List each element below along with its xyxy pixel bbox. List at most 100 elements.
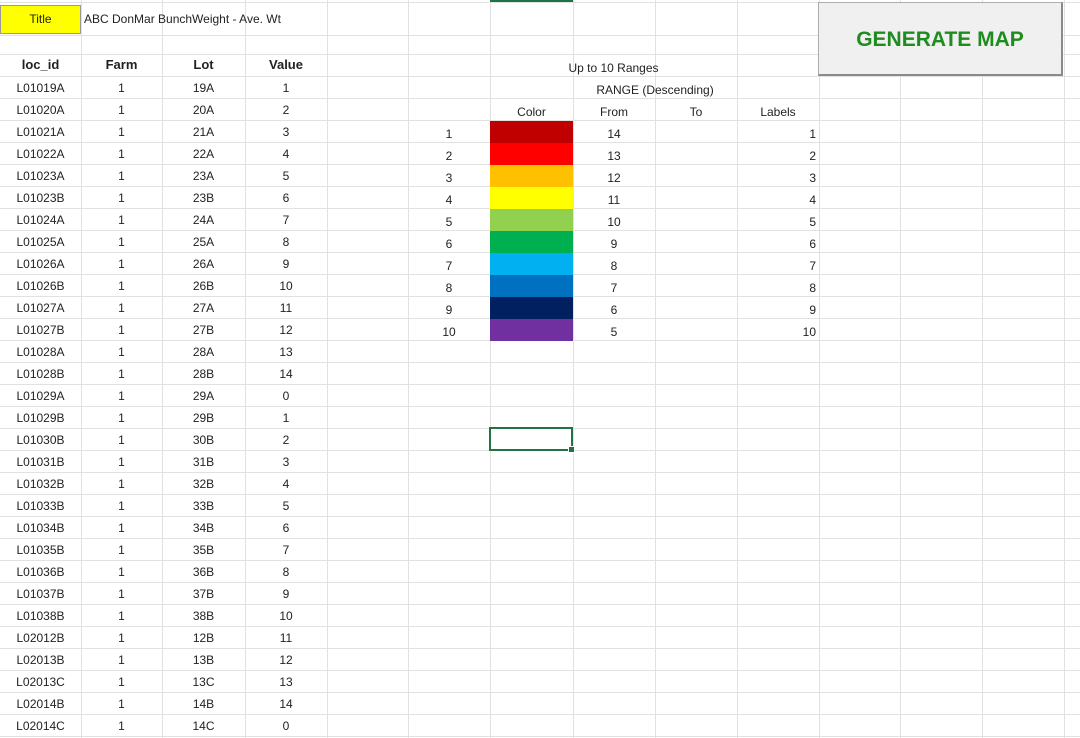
header-loc-id[interactable]: loc_id <box>0 54 81 76</box>
header-farm[interactable]: Farm <box>81 54 162 76</box>
table-cell-value[interactable]: 14 <box>245 693 327 715</box>
range-label[interactable]: 2 <box>737 145 819 167</box>
table-cell-farm[interactable]: 1 <box>81 99 162 121</box>
table-cell-lot[interactable]: 22A <box>162 143 245 165</box>
table-cell-value[interactable]: 8 <box>245 561 327 583</box>
table-cell-value[interactable]: 4 <box>245 473 327 495</box>
range-to[interactable] <box>655 189 737 211</box>
range-label[interactable]: 1 <box>737 123 819 145</box>
header-to[interactable]: To <box>655 101 737 123</box>
range-color-swatch[interactable] <box>490 187 573 209</box>
table-cell-farm[interactable]: 1 <box>81 429 162 451</box>
table-cell-farm[interactable]: 1 <box>81 693 162 715</box>
spreadsheet[interactable]: Title ABC DonMar BunchWeight - Ave. Wt G… <box>0 0 1080 738</box>
table-cell-lot[interactable]: 27B <box>162 319 245 341</box>
table-cell-farm[interactable]: 1 <box>81 495 162 517</box>
range-label[interactable]: 5 <box>737 211 819 233</box>
table-cell-value[interactable]: 12 <box>245 319 327 341</box>
range-from[interactable]: 10 <box>573 211 655 233</box>
table-cell-lot[interactable]: 28A <box>162 341 245 363</box>
table-cell-farm[interactable]: 1 <box>81 209 162 231</box>
table-cell-lot[interactable]: 13C <box>162 671 245 693</box>
table-cell-lot[interactable]: 27A <box>162 297 245 319</box>
header-lot[interactable]: Lot <box>162 54 245 76</box>
table-cell-loc-id[interactable]: L01038B <box>0 605 81 627</box>
table-cell-loc-id[interactable]: L01023B <box>0 187 81 209</box>
table-cell-farm[interactable]: 1 <box>81 297 162 319</box>
table-cell-farm[interactable]: 1 <box>81 363 162 385</box>
table-cell-farm[interactable]: 1 <box>81 517 162 539</box>
table-cell-value[interactable]: 1 <box>245 407 327 429</box>
ranges-heading[interactable]: Up to 10 Ranges <box>490 57 737 79</box>
table-cell-loc-id[interactable]: L02014C <box>0 715 81 737</box>
range-label[interactable]: 10 <box>737 321 819 343</box>
table-cell-loc-id[interactable]: L01028B <box>0 363 81 385</box>
table-cell-loc-id[interactable]: L01027B <box>0 319 81 341</box>
table-cell-lot[interactable]: 29A <box>162 385 245 407</box>
range-from[interactable]: 13 <box>573 145 655 167</box>
range-color-swatch[interactable] <box>490 275 573 297</box>
table-cell-value[interactable]: 13 <box>245 341 327 363</box>
range-from[interactable]: 7 <box>573 277 655 299</box>
table-cell-farm[interactable]: 1 <box>81 143 162 165</box>
table-cell-farm[interactable]: 1 <box>81 473 162 495</box>
range-index[interactable]: 6 <box>408 233 490 255</box>
range-from[interactable]: 12 <box>573 167 655 189</box>
table-cell-value[interactable]: 12 <box>245 649 327 671</box>
table-cell-lot[interactable]: 23A <box>162 165 245 187</box>
table-cell-loc-id[interactable]: L01031B <box>0 451 81 473</box>
range-index[interactable]: 7 <box>408 255 490 277</box>
table-cell-lot[interactable]: 29B <box>162 407 245 429</box>
range-to[interactable] <box>655 123 737 145</box>
table-cell-lot[interactable]: 32B <box>162 473 245 495</box>
table-cell-value[interactable]: 5 <box>245 495 327 517</box>
range-index[interactable]: 9 <box>408 299 490 321</box>
table-cell-value[interactable]: 10 <box>245 605 327 627</box>
ranges-subheading[interactable]: RANGE (Descending) <box>573 79 737 101</box>
table-cell-lot[interactable]: 21A <box>162 121 245 143</box>
range-color-swatch[interactable] <box>490 253 573 275</box>
table-cell-lot[interactable]: 36B <box>162 561 245 583</box>
range-label[interactable]: 3 <box>737 167 819 189</box>
table-cell-loc-id[interactable]: L02013C <box>0 671 81 693</box>
table-cell-loc-id[interactable]: L01026B <box>0 275 81 297</box>
table-cell-farm[interactable]: 1 <box>81 319 162 341</box>
range-index[interactable]: 5 <box>408 211 490 233</box>
table-cell-farm[interactable]: 1 <box>81 627 162 649</box>
table-cell-loc-id[interactable]: L01023A <box>0 165 81 187</box>
table-cell-lot[interactable]: 35B <box>162 539 245 561</box>
range-from[interactable]: 11 <box>573 189 655 211</box>
range-color-swatch[interactable] <box>490 143 573 165</box>
range-from[interactable]: 8 <box>573 255 655 277</box>
range-color-swatch[interactable] <box>490 231 573 253</box>
table-cell-loc-id[interactable]: L01029A <box>0 385 81 407</box>
table-cell-lot[interactable]: 34B <box>162 517 245 539</box>
range-color-swatch[interactable] <box>490 319 573 341</box>
table-cell-value[interactable]: 0 <box>245 385 327 407</box>
table-cell-value[interactable]: 8 <box>245 231 327 253</box>
table-cell-loc-id[interactable]: L01037B <box>0 583 81 605</box>
range-label[interactable]: 9 <box>737 299 819 321</box>
table-cell-lot[interactable]: 30B <box>162 429 245 451</box>
table-cell-farm[interactable]: 1 <box>81 649 162 671</box>
table-cell-loc-id[interactable]: L01034B <box>0 517 81 539</box>
range-to[interactable] <box>655 321 737 343</box>
table-cell-lot[interactable]: 26A <box>162 253 245 275</box>
table-cell-lot[interactable]: 28B <box>162 363 245 385</box>
table-cell-value[interactable]: 10 <box>245 275 327 297</box>
range-color-swatch[interactable] <box>490 209 573 231</box>
table-cell-farm[interactable]: 1 <box>81 341 162 363</box>
table-cell-farm[interactable]: 1 <box>81 165 162 187</box>
range-label[interactable]: 8 <box>737 277 819 299</box>
table-cell-lot[interactable]: 37B <box>162 583 245 605</box>
table-cell-lot[interactable]: 19A <box>162 77 245 99</box>
range-to[interactable] <box>655 145 737 167</box>
range-to[interactable] <box>655 211 737 233</box>
table-cell-value[interactable]: 14 <box>245 363 327 385</box>
table-cell-loc-id[interactable]: L02012B <box>0 627 81 649</box>
table-cell-value[interactable]: 5 <box>245 165 327 187</box>
range-to[interactable] <box>655 255 737 277</box>
range-from[interactable]: 6 <box>573 299 655 321</box>
table-cell-farm[interactable]: 1 <box>81 715 162 737</box>
range-from[interactable]: 9 <box>573 233 655 255</box>
